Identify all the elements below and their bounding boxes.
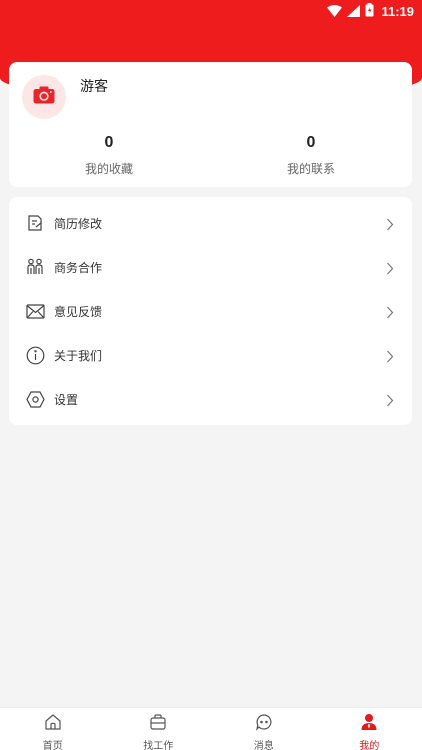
- nav-tab-messages[interactable]: 消息: [211, 708, 317, 750]
- favorites-count: 0: [104, 134, 114, 151]
- contacts-label: 我的联系: [286, 162, 335, 176]
- favorites-label: 我的收藏: [84, 162, 133, 176]
- mail-icon: [25, 301, 45, 321]
- menu-label-settings: 设置: [54, 392, 79, 407]
- menu-label-business-cooperation: 商务合作: [54, 260, 103, 275]
- chevron-right-icon: [386, 392, 394, 411]
- nav-label-mine: 我的: [359, 741, 380, 750]
- profile-card: 游客 0 我的收藏 0 我的联系: [9, 62, 412, 187]
- contacts-count: 0: [306, 134, 316, 151]
- contacts-stat[interactable]: 0 我的联系: [251, 134, 371, 177]
- chevron-right-icon: [386, 260, 394, 279]
- chevron-right-icon: [386, 348, 394, 367]
- menu-label-resume-edit: 简历修改: [54, 216, 103, 231]
- nav-label-messages: 消息: [253, 741, 274, 750]
- nav-tab-mine[interactable]: 我的: [317, 708, 422, 750]
- info-icon: [25, 345, 45, 365]
- menu-item-resume-edit[interactable]: 简历修改: [9, 201, 412, 245]
- chat-icon: [255, 713, 273, 735]
- status-bar: 11:19: [0, 0, 422, 22]
- favorites-stat[interactable]: 0 我的收藏: [49, 134, 169, 177]
- bottom-nav: 首页 找工作 消息 我的: [0, 707, 422, 750]
- username[interactable]: 游客: [80, 76, 108, 96]
- nav-label-home: 首页: [42, 741, 63, 750]
- user-icon: [360, 713, 378, 735]
- status-time: 11:19: [381, 3, 414, 19]
- avatar[interactable]: [22, 75, 66, 119]
- wifi-icon: [327, 2, 343, 21]
- menu-item-business-cooperation[interactable]: 商务合作: [9, 245, 412, 289]
- camera-icon: [33, 86, 55, 108]
- briefcase-icon: [149, 713, 167, 735]
- battery-icon: [365, 2, 374, 21]
- menu-label-feedback: 意见反馈: [54, 304, 103, 319]
- nav-tab-home[interactable]: 首页: [0, 708, 106, 750]
- nav-label-find-job: 找工作: [143, 741, 174, 750]
- nav-tab-find-job[interactable]: 找工作: [106, 708, 212, 750]
- menu-item-settings[interactable]: 设置: [9, 377, 412, 421]
- resume-edit-icon: [25, 213, 45, 233]
- menu-item-about-us[interactable]: 关于我们: [9, 333, 412, 377]
- business-cooperation-icon: [25, 257, 45, 277]
- menu-label-about-us: 关于我们: [54, 348, 103, 363]
- cell-signal-icon: [347, 2, 361, 21]
- chevron-right-icon: [386, 304, 394, 323]
- settings-icon: [25, 389, 45, 409]
- menu-card: 简历修改 商务合作 意见反馈 关于我们 设置: [9, 197, 412, 425]
- mine-screen: 11:19 游客 0 我的收藏 0 我的联系 简历修改 商务合作 意见反馈 关于…: [0, 0, 422, 750]
- home-icon: [44, 713, 62, 735]
- chevron-right-icon: [386, 216, 394, 235]
- menu-item-feedback[interactable]: 意见反馈: [9, 289, 412, 333]
